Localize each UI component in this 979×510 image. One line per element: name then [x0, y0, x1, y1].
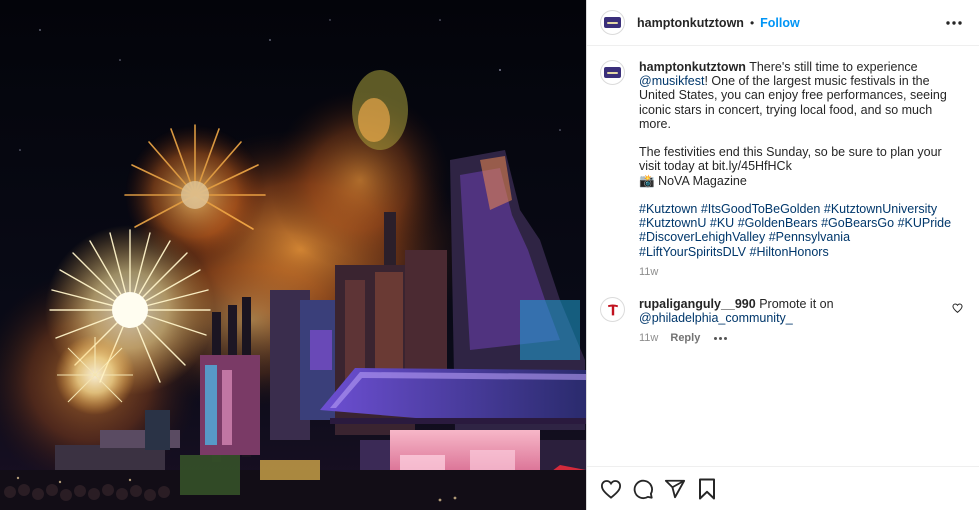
comment-mention-link[interactable]: @philadelphia_community_: [639, 311, 793, 325]
hashtag-link[interactable]: #Kutztown: [639, 202, 697, 216]
separator-dot: •: [749, 15, 755, 30]
caption-body: hamptonkutztown There's still time to ex…: [639, 60, 959, 279]
comment-username[interactable]: rupaliganguly__990: [639, 297, 756, 311]
mention-link[interactable]: @musikfest: [639, 74, 704, 88]
comment-meta: 11w Reply: [639, 331, 959, 345]
hashtag-link[interactable]: #GoBearsGo: [821, 216, 894, 230]
caption-meta: 11w: [639, 265, 959, 279]
post-header: hamptonkutztown • Follow: [587, 0, 979, 46]
reply-button[interactable]: Reply: [670, 331, 700, 345]
comment-body: rupaliganguly__990 Promote it on @philad…: [639, 297, 959, 346]
caption-paragraph-2: The festivities end this Sunday, so be s…: [639, 145, 942, 174]
caption-paragraph-1: hamptonkutztown There's still time to ex…: [639, 60, 959, 131]
hashtag-link[interactable]: #DiscoverLehighValley: [639, 230, 765, 244]
comment-options-icon[interactable]: [714, 337, 728, 341]
hashtag-link[interactable]: #KutztownUniversity: [824, 202, 937, 216]
hashtag-link[interactable]: #KU: [710, 216, 734, 230]
comment-timestamp[interactable]: 11w: [639, 331, 658, 345]
share-icon[interactable]: [663, 477, 687, 501]
comment-text: rupaliganguly__990 Promote it on @philad…: [639, 297, 959, 325]
comments-section: hamptonkutztown There's still time to ex…: [587, 46, 979, 346]
more-options-icon[interactable]: [943, 12, 965, 34]
comment-avatar[interactable]: [600, 297, 625, 323]
caption: hamptonkutztown There's still time to ex…: [600, 60, 965, 279]
hampton-logo-icon: [604, 17, 621, 28]
avatar[interactable]: [600, 10, 625, 35]
post-photo[interactable]: [0, 0, 586, 510]
hashtag-link[interactable]: #HiltonHonors: [750, 245, 829, 259]
fireworks-photo: [0, 0, 586, 510]
caption-timestamp[interactable]: 11w: [639, 265, 658, 279]
header-username[interactable]: hamptonkutztown: [637, 16, 744, 30]
comment-text-body: Promote it on: [759, 297, 834, 312]
comment-item: rupaliganguly__990 Promote it on @philad…: [600, 297, 965, 346]
hashtags: #Kutztown #ItsGoodToBeGolden #KutztownUn…: [639, 202, 959, 259]
bookmark-icon[interactable]: [695, 477, 719, 501]
post-side-panel: hamptonkutztown • Follow hamptonkutztown…: [586, 0, 979, 510]
caption-credit-line: 📸 NoVA Magazine: [639, 174, 959, 188]
hashtag-link[interactable]: #LiftYourSpiritsDLV: [639, 245, 746, 259]
instagram-post: hamptonkutztown • Follow hamptonkutztown…: [0, 0, 979, 510]
comment-like-heart-icon[interactable]: [952, 302, 963, 316]
hashtag-link[interactable]: #KUPride: [898, 216, 952, 230]
hashtag-link[interactable]: #Pennsylvania: [769, 230, 850, 244]
hashtag-link[interactable]: #GoldenBears: [738, 216, 818, 230]
hashtag-link[interactable]: #KutztownU: [639, 216, 706, 230]
hampton-logo-icon: [604, 67, 621, 78]
hashtag-link[interactable]: #ItsGoodToBeGolden: [701, 202, 821, 216]
caption-text-1: There's still time to experience: [749, 60, 918, 74]
caption-credit: NoVA Magazine: [658, 173, 747, 188]
heart-icon[interactable]: [599, 477, 623, 501]
caption-avatar[interactable]: [600, 60, 625, 85]
camera-emoji-icon: 📸: [639, 173, 655, 188]
follow-button[interactable]: Follow: [760, 16, 800, 30]
comment-avatar-logo-icon: [607, 303, 618, 315]
comment-icon[interactable]: [631, 477, 655, 501]
caption-username[interactable]: hamptonkutztown: [639, 60, 746, 74]
post-action-bar: [587, 466, 979, 510]
